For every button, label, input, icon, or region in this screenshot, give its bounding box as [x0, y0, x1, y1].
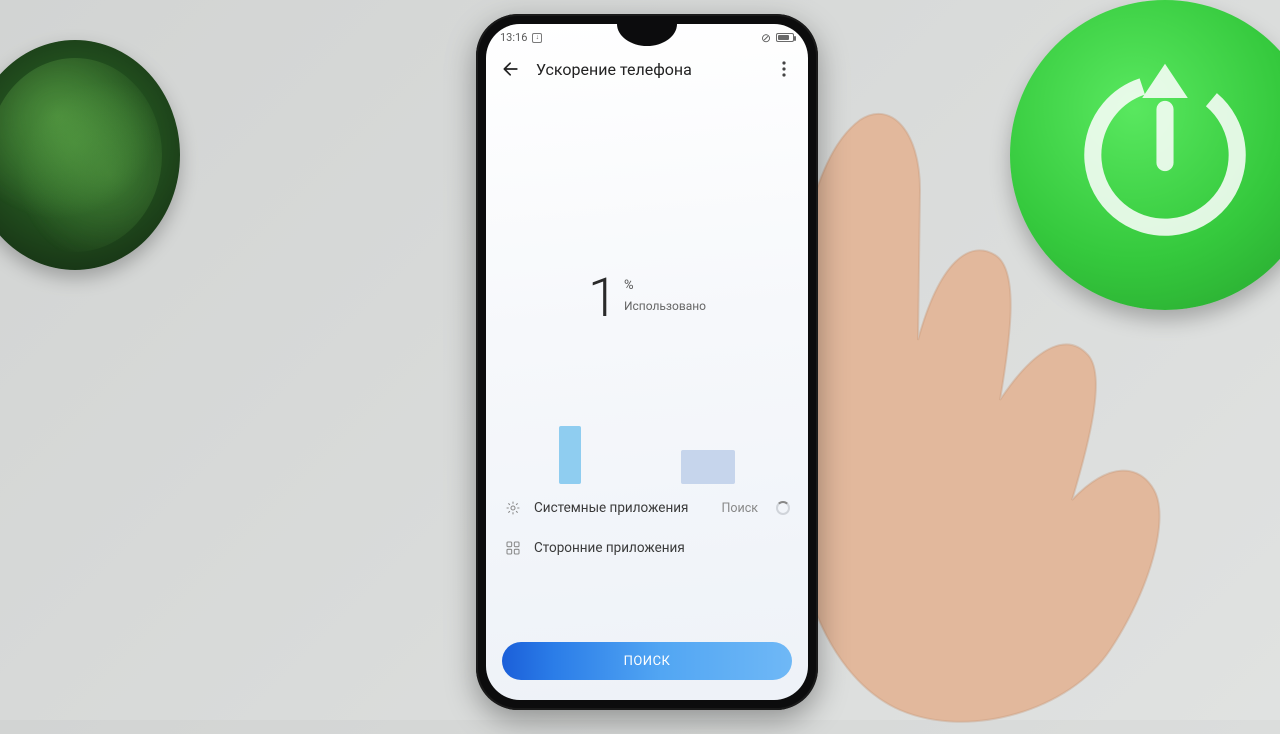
system-apps-icon: [504, 499, 522, 517]
row-third-party-apps-label: Сторонние приложения: [534, 540, 790, 556]
no-sim-icon: ⊘: [761, 31, 771, 45]
green-power-disc-prop: [1010, 0, 1280, 310]
scan-button[interactable]: ПОИСК: [502, 642, 792, 680]
loading-spinner-icon: [776, 501, 790, 515]
more-vert-icon: [782, 61, 786, 77]
usage-summary: 1 % Использовано: [486, 272, 808, 326]
page-title: Ускорение телефона: [536, 60, 760, 79]
overflow-menu-button[interactable]: [774, 61, 794, 77]
third-party-apps-icon: [504, 539, 522, 557]
row-system-apps[interactable]: Системные приложения Поиск: [502, 488, 792, 528]
bar-third-party-apps: [681, 450, 735, 484]
plant-photo-prop: [0, 40, 180, 270]
battery-icon: [776, 33, 794, 42]
usage-percent-value: 1: [588, 272, 618, 326]
usage-label: Использовано: [624, 299, 706, 313]
bar-system-apps: [559, 426, 581, 484]
phone-frame: 13:16 ↓ ⊘ Ускорение телефона 1: [476, 14, 818, 710]
usage-bars: [486, 404, 808, 484]
row-third-party-apps[interactable]: Сторонние приложения: [502, 528, 792, 568]
status-time: 13:16: [500, 31, 527, 44]
app-bar: Ускорение телефона: [486, 48, 808, 88]
download-indicator-icon: ↓: [532, 33, 542, 43]
back-button[interactable]: [500, 58, 522, 80]
usage-percent-unit: %: [624, 278, 706, 293]
scan-button-label: ПОИСК: [624, 654, 671, 669]
app-categories-list: Системные приложения Поиск Сторонние при…: [486, 488, 808, 568]
row-system-apps-label: Системные приложения: [534, 500, 709, 516]
row-system-apps-meta: Поиск: [721, 501, 758, 516]
power-refresh-icon: [1070, 60, 1260, 250]
phone-screen: 13:16 ↓ ⊘ Ускорение телефона 1: [486, 24, 808, 700]
arrow-left-icon: [501, 59, 521, 79]
